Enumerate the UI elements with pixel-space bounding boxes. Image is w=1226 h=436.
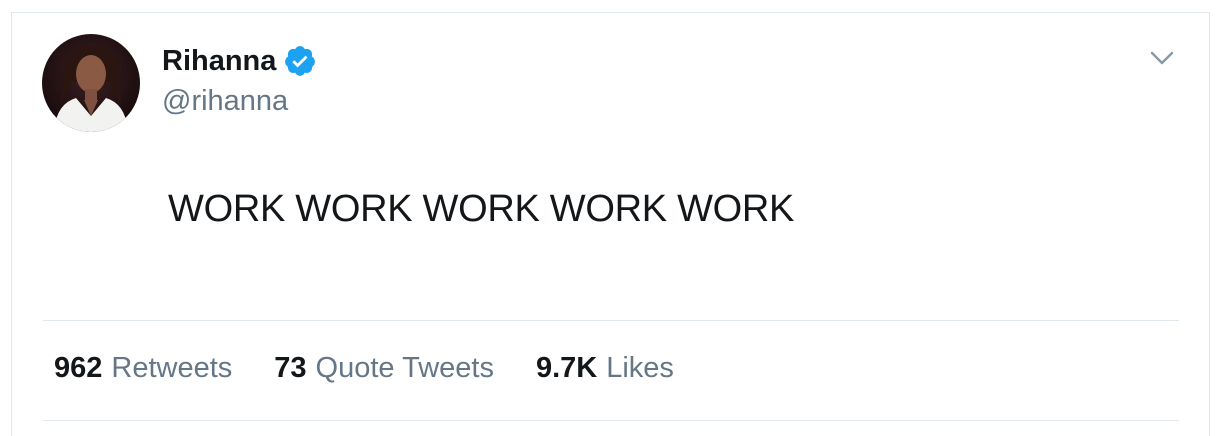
author-handle[interactable]: @rihanna	[162, 85, 288, 118]
quote-tweets-label: Quote Tweets	[315, 352, 494, 384]
tweet-page: Rihanna @rihanna WORK WORK WORK WORK WOR…	[0, 0, 1226, 436]
avatar[interactable]	[42, 34, 140, 132]
retweets-count: 962	[54, 352, 103, 384]
likes-label: Likes	[606, 352, 674, 384]
divider	[43, 420, 1179, 421]
retweets-label: Retweets	[111, 352, 233, 384]
tweet-text: WORK WORK WORK WORK WORK	[168, 188, 795, 230]
likes-stat[interactable]: 9.7K Likes	[536, 352, 674, 385]
quote-tweets-count: 73	[274, 352, 307, 384]
divider	[43, 320, 1179, 321]
tweet-stats: 962 Retweets 73 Quote Tweets 9.7K Likes	[54, 352, 674, 385]
author-name-text: Rihanna	[162, 44, 277, 77]
quote-tweets-stat[interactable]: 73 Quote Tweets	[274, 352, 494, 385]
author-name[interactable]: Rihanna	[162, 44, 317, 78]
likes-count: 9.7K	[535, 352, 598, 384]
profile-photo-icon	[42, 34, 140, 132]
chevron-down-icon[interactable]	[1148, 46, 1176, 68]
retweets-stat[interactable]: 962 Retweets	[54, 352, 232, 385]
verified-badge-icon	[283, 44, 317, 78]
